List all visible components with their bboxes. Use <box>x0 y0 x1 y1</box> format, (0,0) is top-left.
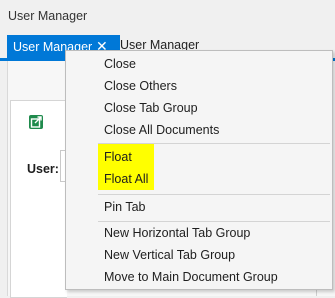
menu-item-label: Pin Tab <box>104 200 146 214</box>
title-bar: User Manager <box>0 0 335 34</box>
window-title: User Manager <box>8 9 88 23</box>
menu-item-label: Close <box>104 57 136 71</box>
menu-item-float-all[interactable]: Float All <box>66 168 332 190</box>
menu-item-label: New Horizontal Tab Group <box>104 226 251 240</box>
menu-item-label: Float <box>104 150 132 164</box>
menu-item-new-horizontal-tab-group[interactable]: New Horizontal Tab Group <box>66 222 332 244</box>
open-in-window-icon[interactable] <box>28 114 44 130</box>
menu-item-label: Close All Documents <box>104 123 220 137</box>
menu-item-move-to-main-document-group[interactable]: Move to Main Document Group <box>66 266 332 288</box>
menu-item-new-vertical-tab-group[interactable]: New Vertical Tab Group <box>66 244 332 266</box>
menu-item-label: Close Others <box>104 79 177 93</box>
menu-item-pin-tab[interactable]: Pin Tab <box>66 196 332 218</box>
menu-item-close[interactable]: Close <box>66 53 332 75</box>
menu-item-close-tab-group[interactable]: Close Tab Group <box>66 97 332 119</box>
menu-item-label: Move to Main Document Group <box>104 270 278 284</box>
menu-item-close-all-documents[interactable]: Close All Documents <box>66 119 332 141</box>
menu-item-label: Float All <box>104 172 149 186</box>
menu-item-label: Close Tab Group <box>104 101 198 115</box>
user-label: User: <box>27 162 59 176</box>
menu-item-close-others[interactable]: Close Others <box>66 75 332 97</box>
menu-separator <box>98 194 330 195</box>
menu-separator <box>98 143 330 144</box>
tab-context-menu: Close Close Others Close Tab Group Close… <box>65 50 333 290</box>
menu-item-label: New Vertical Tab Group <box>104 248 236 262</box>
menu-item-float[interactable]: Float <box>66 146 332 168</box>
